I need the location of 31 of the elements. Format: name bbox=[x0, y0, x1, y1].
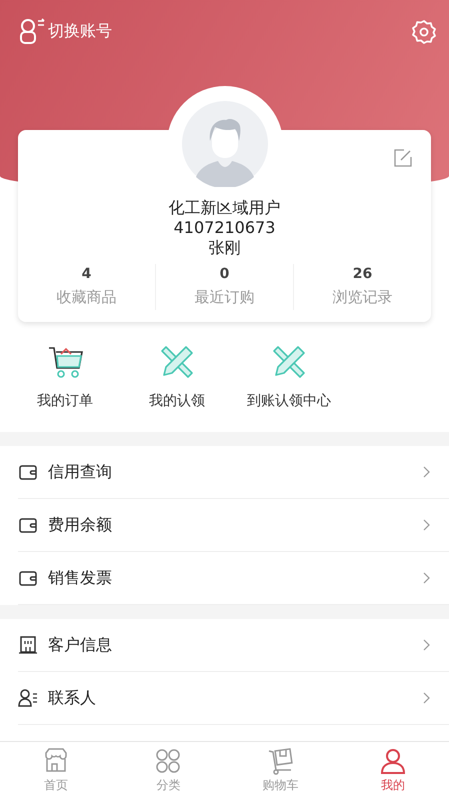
chevron-icon bbox=[423, 519, 431, 531]
chevron-icon bbox=[423, 692, 431, 704]
box-icon bbox=[266, 747, 295, 775]
building-icon bbox=[18, 635, 38, 655]
avatar-icon bbox=[182, 101, 268, 187]
user-icon bbox=[378, 747, 407, 775]
account-number: 4107210673 bbox=[174, 218, 276, 238]
shortcut-button[interactable]: 到账认领中心 bbox=[236, 344, 342, 432]
shortcut-button[interactable]: 我的认领 bbox=[124, 344, 230, 432]
pencil-ruler-icon bbox=[271, 344, 307, 380]
user-name: 张刚 bbox=[208, 238, 240, 258]
stat-item[interactable]: 4 收藏商品 bbox=[18, 264, 155, 310]
chevron-icon bbox=[423, 572, 431, 584]
cart-icon bbox=[47, 344, 83, 380]
stat-item[interactable]: 0 最近订购 bbox=[155, 264, 293, 310]
pencil-ruler-icon bbox=[159, 344, 195, 380]
user-switch-icon bbox=[18, 17, 46, 45]
stat-item[interactable]: 26 浏览记录 bbox=[293, 264, 431, 310]
contact-icon bbox=[18, 688, 38, 708]
switch-account-button[interactable]: 切换账号 bbox=[18, 17, 112, 45]
settings-icon[interactable] bbox=[411, 19, 437, 45]
menu-item[interactable]: 费用余额 bbox=[18, 499, 449, 552]
grid-icon bbox=[154, 747, 182, 775]
chevron-icon bbox=[423, 639, 431, 651]
edit-icon[interactable] bbox=[393, 148, 413, 168]
chevron-icon bbox=[423, 466, 431, 478]
tab[interactable]: 我的 bbox=[336, 742, 449, 800]
menu-item[interactable]: 信用查询 bbox=[18, 446, 449, 499]
menu-item[interactable]: 客户信息 bbox=[18, 619, 449, 672]
shortcut-button[interactable]: 我的订单 bbox=[12, 344, 118, 432]
menu-item[interactable]: 联系人 bbox=[18, 672, 449, 725]
